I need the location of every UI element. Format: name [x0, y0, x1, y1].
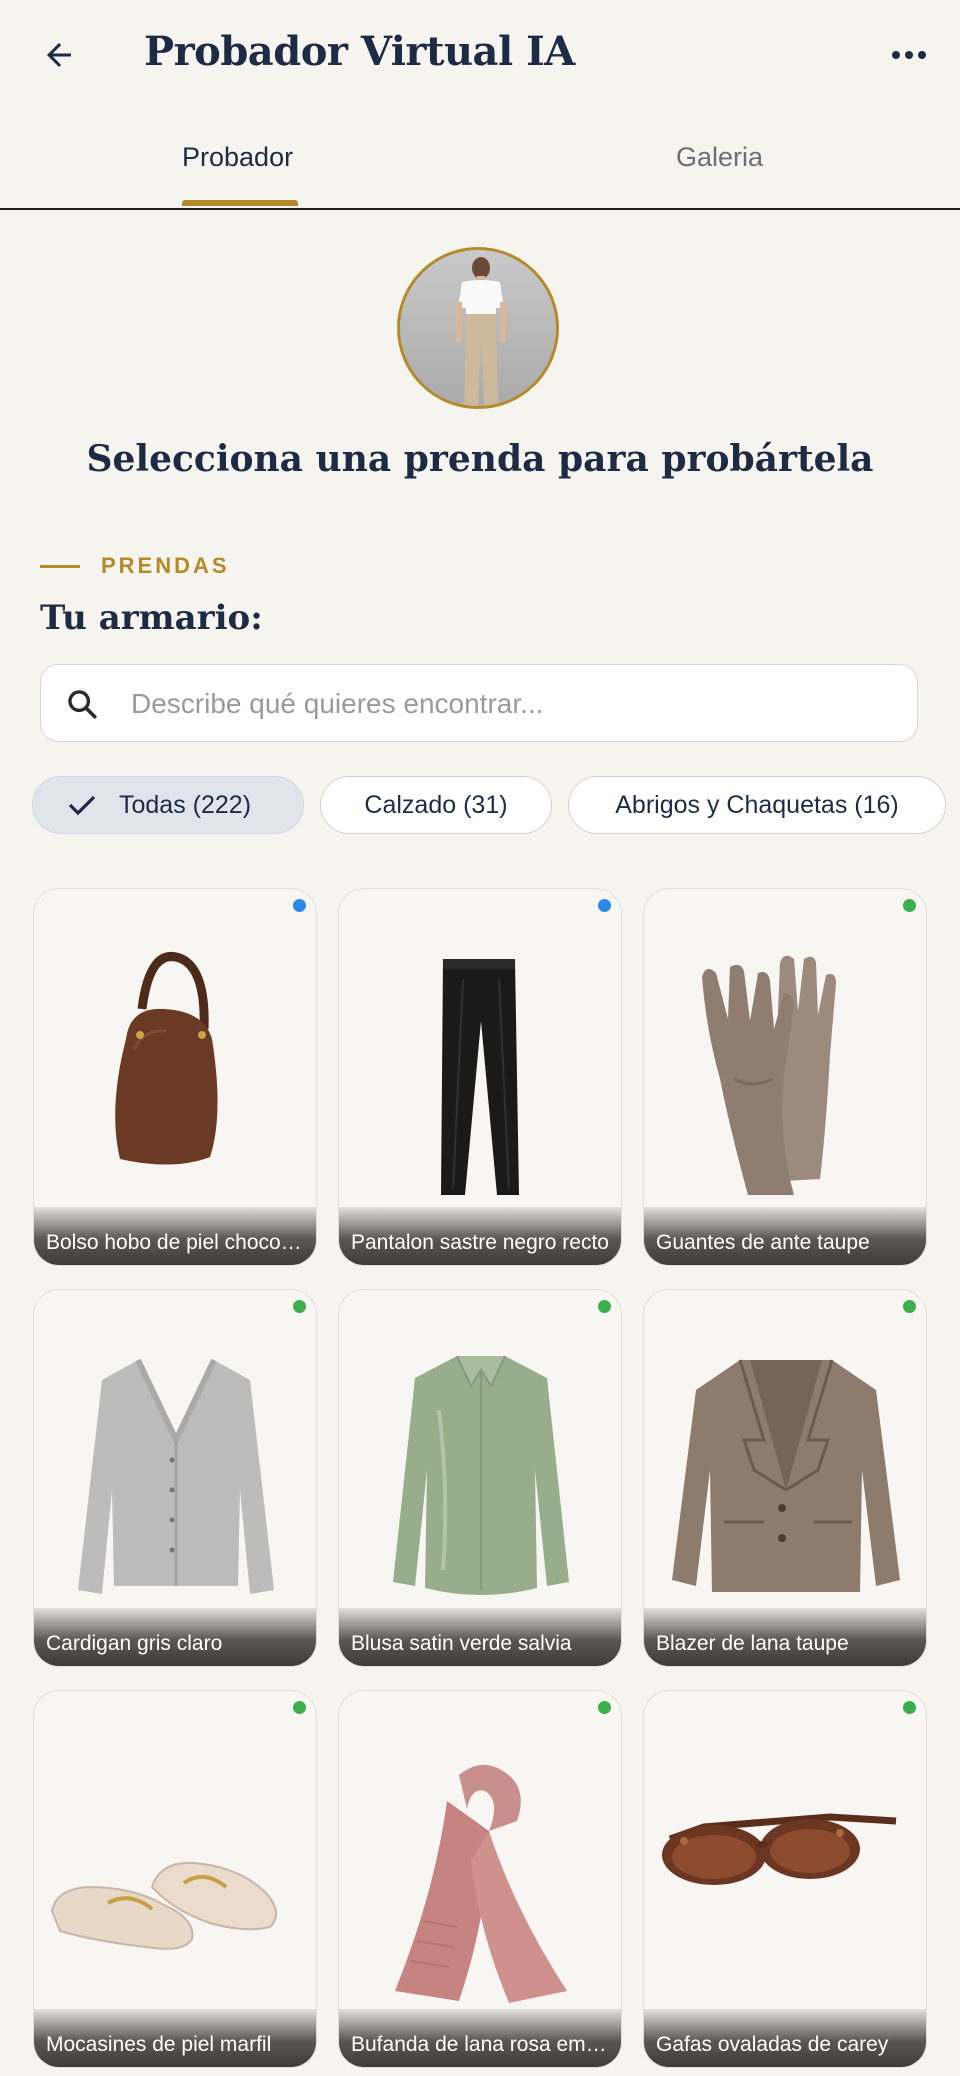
item-name: Gafas ovaladas de carey	[656, 2033, 889, 2056]
section-title: Tu armario:	[40, 598, 263, 638]
category-filter-chips: Todas (222) Calzado (31) Abrigos y Chaqu…	[32, 776, 960, 836]
garment-card[interactable]: Guantes de ante taupe	[643, 888, 927, 1266]
tab-bar: Probador Galeria	[0, 120, 960, 210]
item-name: Blusa satin verde salvia	[351, 1632, 572, 1655]
more-horizontal-icon	[892, 51, 926, 59]
status-dot	[293, 1300, 306, 1313]
search-box[interactable]	[40, 664, 918, 743]
status-dot	[598, 899, 611, 912]
card-caption: Bolso hobo de piel chocolate	[34, 1207, 316, 1265]
search-icon	[68, 690, 97, 719]
arrow-left-icon	[47, 43, 71, 67]
status-dot	[293, 1701, 306, 1714]
status-dot	[903, 1300, 916, 1313]
tab-probador[interactable]: Probador	[182, 142, 293, 173]
chip-todas[interactable]: Todas (222)	[32, 776, 304, 834]
card-caption: Pantalon sastre negro recto	[339, 1207, 621, 1265]
status-dot	[598, 1701, 611, 1714]
status-dot	[598, 1300, 611, 1313]
garment-card[interactable]: Blazer de lana taupe	[643, 1289, 927, 1667]
app-bar: Probador Virtual IA	[0, 0, 960, 112]
tab-galeria[interactable]: Galeria	[676, 142, 763, 173]
item-name: Blazer de lana taupe	[656, 1632, 849, 1655]
item-name: Guantes de ante taupe	[656, 1231, 870, 1254]
check-icon	[68, 795, 96, 816]
garment-card[interactable]: Mocasines de piel marfil	[33, 1690, 317, 2068]
back-button[interactable]	[34, 30, 84, 80]
status-dot	[903, 899, 916, 912]
card-caption: Cardigan gris claro	[34, 1608, 316, 1666]
chip-abrigos-chaquetas[interactable]: Abrigos y Chaquetas (16)	[568, 776, 946, 834]
item-name: Bolso hobo de piel chocolate	[46, 1231, 306, 1254]
garment-card[interactable]: Bufanda de lana rosa empolvado	[338, 1690, 622, 2068]
card-caption: Mocasines de piel marfil	[34, 2009, 316, 2067]
card-caption: Guantes de ante taupe	[644, 1207, 926, 1265]
status-dot	[903, 1701, 916, 1714]
chip-calzado[interactable]: Calzado (31)	[320, 776, 552, 834]
card-caption: Bufanda de lana rosa empolvado	[339, 2009, 621, 2067]
chip-label: Todas (222)	[119, 790, 252, 819]
garment-card[interactable]: Pantalon sastre negro recto	[338, 888, 622, 1266]
garment-card[interactable]: Bolso hobo de piel chocolate	[33, 888, 317, 1266]
chip-label: Calzado (31)	[364, 790, 508, 819]
section-accent-line	[40, 565, 80, 568]
section-label: PRENDAS	[101, 553, 230, 578]
item-name: Pantalon sastre negro recto	[351, 1231, 609, 1254]
more-options-button[interactable]	[884, 30, 934, 80]
garment-card[interactable]: Gafas ovaladas de carey	[643, 1690, 927, 2068]
active-tab-indicator	[182, 200, 298, 206]
headline: Selecciona una prenda para probártela	[86, 438, 874, 480]
card-caption: Gafas ovaladas de carey	[644, 2009, 926, 2067]
item-name: Mocasines de piel marfil	[46, 2033, 272, 2056]
item-name: Cardigan gris claro	[46, 1632, 223, 1655]
garment-card[interactable]: Blusa satin verde salvia	[338, 1289, 622, 1667]
page-title: Probador Virtual IA	[144, 28, 575, 75]
card-caption: Blusa satin verde salvia	[339, 1608, 621, 1666]
status-dot	[293, 899, 306, 912]
garment-card[interactable]: Cardigan gris claro	[33, 1289, 317, 1667]
model-photo-icon	[400, 250, 556, 406]
item-name: Bufanda de lana rosa empolvado	[351, 2033, 611, 2056]
user-avatar[interactable]	[397, 247, 559, 409]
card-caption: Blazer de lana taupe	[644, 1608, 926, 1666]
search-input[interactable]	[129, 665, 893, 743]
chip-label: Abrigos y Chaquetas (16)	[615, 790, 899, 819]
